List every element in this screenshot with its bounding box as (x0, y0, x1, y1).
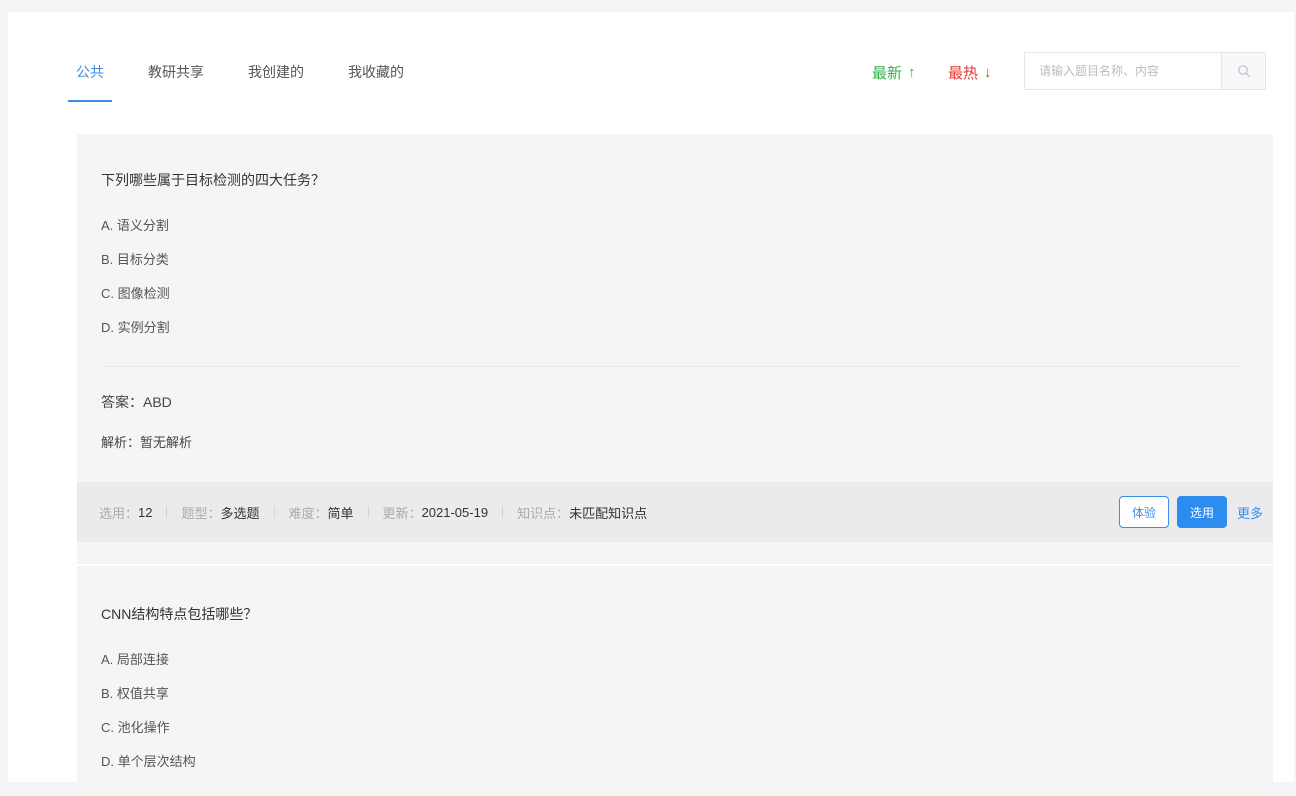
meta-knowledge: 知识点： 未匹配知识点 (517, 503, 647, 522)
option-item: D. 单个层次结构 (101, 754, 196, 769)
answer-value: ABD (143, 394, 172, 410)
arrow-up-icon: ↑ (908, 63, 916, 81)
answer-label: 答案： (101, 394, 143, 410)
meta-type-label: 题型： (181, 505, 221, 521)
option-item: B. 目标分类 (101, 252, 169, 267)
meta-type: 题型： 多选题 (181, 503, 275, 522)
question-meta-bar: 选用： 12 题型： 多选题 难度： 简单 更新： 2021-05-19 知识点… (77, 482, 1273, 542)
meta-knowledge-value: 未匹配知识点 (569, 505, 648, 521)
page-frame: 公共 教研共享 我创建的 我收藏的 最新 ↑ 最热 ↓ 下列哪些属于目标检测的四… (8, 12, 1294, 796)
more-link[interactable]: 更多 (1237, 503, 1263, 522)
meta-used: 选用： 12 (99, 503, 168, 522)
sort-newest-button[interactable]: 最新 ↑ (872, 42, 916, 102)
arrow-down-icon: ↓ (984, 63, 992, 81)
option-list: A. 局部连接 B. 权值共享 C. 池化操作 D. 单个层次结构 (101, 650, 196, 786)
sort-hottest-label: 最热 (948, 64, 979, 82)
meta-knowledge-label: 知识点： (517, 505, 570, 521)
meta-updated-value: 2021-05-19 (421, 504, 489, 520)
search-icon (1237, 65, 1250, 78)
meta-used-value: 12 (138, 504, 153, 520)
question-title: 下列哪些属于目标检测的四大任务？ (101, 172, 325, 188)
tab-research-share[interactable]: 教研共享 (148, 42, 204, 102)
tab-bar: 公共 教研共享 我创建的 我收藏的 (56, 42, 506, 102)
meta-updated: 更新： 2021-05-19 (383, 503, 504, 522)
search-input[interactable] (1025, 53, 1221, 89)
search-button[interactable] (1221, 53, 1265, 89)
answer-line: 答案：ABD (101, 392, 172, 412)
meta-used-label: 选用： (99, 505, 139, 521)
option-item: D. 实例分割 (101, 320, 170, 335)
option-item: C. 池化操作 (101, 720, 170, 735)
meta-separator (367, 506, 369, 518)
option-item: A. 语义分割 (101, 218, 169, 233)
option-item: A. 局部连接 (101, 652, 169, 667)
question-actions: 体验 选用 更多 (1118, 482, 1263, 542)
analysis-label: 解析： (101, 435, 141, 450)
divider (101, 366, 1243, 367)
meta-separator (273, 506, 275, 518)
question-title: CNN结构特点包括哪些？ (101, 606, 258, 622)
meta-difficulty-value: 简单 (327, 505, 354, 521)
meta-separator (502, 506, 504, 518)
meta-difficulty: 难度： 简单 (289, 503, 369, 522)
meta-updated-label: 更新： (382, 505, 422, 521)
option-item: B. 权值共享 (101, 686, 169, 701)
trial-button[interactable]: 体验 (1118, 496, 1169, 528)
select-button[interactable]: 选用 (1176, 496, 1227, 528)
analysis-value: 暂无解析 (140, 435, 193, 450)
analysis-line: 解析：暂无解析 (101, 432, 192, 451)
tab-created-by-me[interactable]: 我创建的 (248, 42, 304, 102)
sort-newest-label: 最新 (872, 64, 903, 82)
meta-type-value: 多选题 (220, 505, 260, 521)
option-item: C. 图像检测 (101, 286, 170, 301)
sort-hottest-button[interactable]: 最热 ↓ (948, 42, 992, 102)
option-list: A. 语义分割 B. 目标分类 C. 图像检测 D. 实例分割 (101, 216, 170, 352)
tab-my-favorites[interactable]: 我收藏的 (348, 42, 404, 102)
meta-separator (166, 506, 168, 518)
question-card: 下列哪些属于目标检测的四大任务？ A. 语义分割 B. 目标分类 C. 图像检测… (77, 134, 1273, 564)
search-box (1024, 52, 1266, 90)
question-card: CNN结构特点包括哪些？ A. 局部连接 B. 权值共享 C. 池化操作 D. … (77, 566, 1273, 796)
meta-difficulty-label: 难度： (288, 505, 328, 521)
tab-public[interactable]: 公共 (68, 42, 112, 102)
